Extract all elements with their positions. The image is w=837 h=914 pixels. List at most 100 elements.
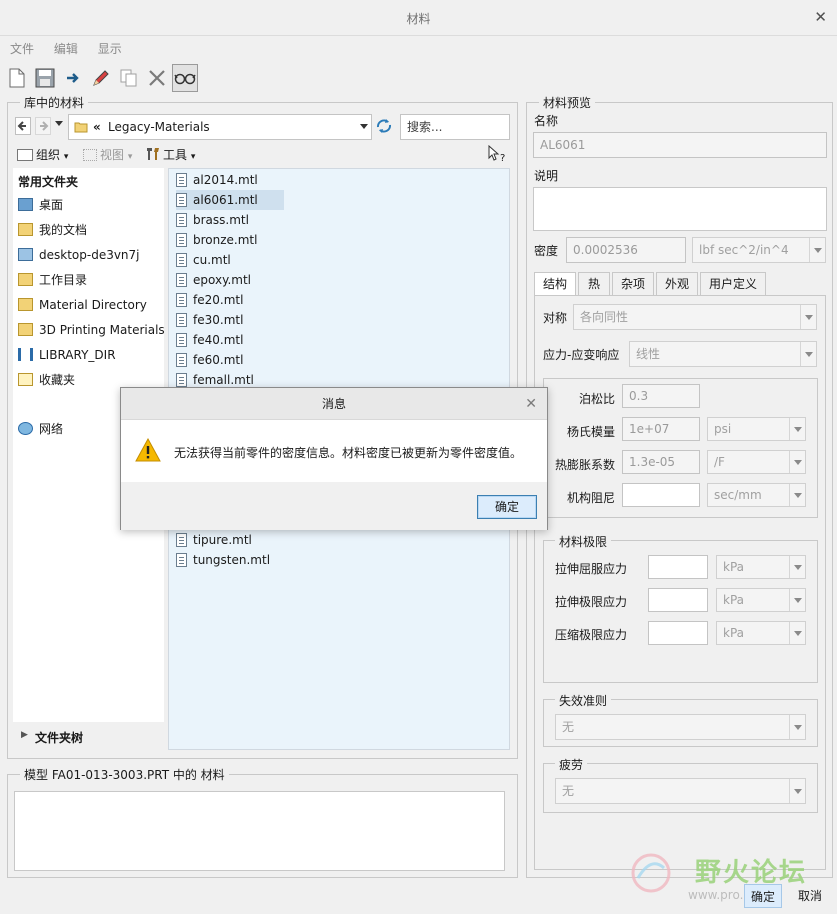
file-name: fe60.mtl	[193, 353, 244, 367]
tensile-yield-field[interactable]	[648, 555, 708, 579]
nav-header: 常用文件夹	[18, 175, 79, 189]
file-item-selected[interactable]: al6061.mtl	[176, 190, 284, 210]
path-bar[interactable]: « Legacy-Materials	[68, 114, 372, 140]
nav-item-working-dir[interactable]: 工作目录	[18, 269, 87, 291]
menu-file[interactable]: 文件	[10, 37, 34, 61]
file-item[interactable]: fe30.mtl	[176, 310, 257, 330]
file-item[interactable]: fe20.mtl	[176, 290, 257, 310]
file-name: epoxy.mtl	[193, 273, 252, 287]
file-item[interactable]: fe60.mtl	[176, 350, 257, 370]
poisson-field[interactable]: 0.3	[622, 384, 700, 408]
glasses-icon[interactable]	[172, 64, 198, 92]
stress-response-label: 应力-应变响应	[543, 348, 620, 362]
thermal-unit-select[interactable]: /F	[707, 450, 806, 474]
tab-appearance[interactable]: 外观	[656, 272, 698, 295]
nav-item-favorites[interactable]: 收藏夹	[18, 369, 75, 391]
dialog-ok-button[interactable]: 确定	[477, 495, 537, 519]
tab-user-defined[interactable]: 用户定义	[700, 272, 766, 295]
file-item[interactable]: al2014.mtl	[176, 170, 272, 190]
ok-button[interactable]: 确定	[744, 884, 782, 908]
dropdown-arrow-icon	[789, 484, 805, 506]
tools-chevron-icon: ▾	[190, 152, 196, 162]
file-name: al6061.mtl	[193, 193, 258, 207]
copy-icon[interactable]	[116, 64, 142, 92]
library-group-label: 库中的材料	[20, 94, 89, 111]
file-icon	[176, 193, 187, 207]
stress-response-select[interactable]: 线性	[629, 341, 817, 367]
damping-field[interactable]	[622, 483, 700, 507]
forward-button[interactable]	[35, 117, 51, 135]
view-menu[interactable]: 视图 ▾	[83, 145, 132, 165]
history-dropdown-icon[interactable]	[55, 121, 63, 126]
thermal-expansion-field[interactable]: 1.3e-05	[622, 450, 700, 474]
file-item[interactable]: bronze.mtl	[176, 230, 271, 250]
folder-tree-label: 文件夹树	[35, 731, 84, 745]
file-item[interactable]: cu.mtl	[176, 250, 245, 270]
edit-icon[interactable]	[88, 64, 114, 92]
tab-structure[interactable]: 结构	[534, 272, 576, 296]
back-button[interactable]	[15, 117, 31, 135]
file-item[interactable]: fe40.mtl	[176, 330, 257, 350]
folder-tree-toggle[interactable]: ▶ 文件夹树	[13, 724, 164, 750]
working-folder-icon	[18, 273, 33, 286]
density-unit-select[interactable]: lbf sec^2/in^4	[692, 237, 826, 263]
file-item[interactable]: tungsten.mtl	[176, 550, 284, 570]
file-name: fe30.mtl	[193, 313, 244, 327]
tab-thermal[interactable]: 热	[578, 272, 610, 295]
arrow-icon[interactable]	[60, 64, 86, 92]
density-field[interactable]: 0.0002536	[566, 237, 686, 263]
warning-icon	[135, 438, 161, 462]
dropdown-arrow-icon	[789, 622, 805, 644]
nav-item-network[interactable]: 网络	[18, 418, 63, 440]
help-pointer-icon[interactable]: ?	[488, 144, 505, 165]
nav-item-material-directory[interactable]: Material Directory	[18, 294, 147, 316]
view-label: 视图	[100, 148, 125, 162]
compressive-field[interactable]	[648, 621, 708, 645]
symmetry-label: 对称	[543, 311, 568, 325]
file-item[interactable]: tipure.mtl	[176, 530, 266, 550]
delete-icon[interactable]	[144, 64, 170, 92]
tensile-yield-unit-select[interactable]: kPa	[716, 555, 806, 579]
save-icon[interactable]	[32, 64, 58, 92]
organize-menu[interactable]: 组织 ▾	[17, 145, 68, 165]
refresh-icon[interactable]	[374, 115, 394, 139]
tensile-ultimate-label: 拉伸极限应力	[555, 595, 628, 609]
nav-item-documents[interactable]: 我的文档	[18, 219, 87, 241]
damping-unit-value: sec/mm	[714, 488, 762, 502]
window-close-icon[interactable]: ✕	[814, 8, 827, 26]
young-unit-select[interactable]: psi	[707, 417, 806, 441]
tools-menu[interactable]: 工具 ▾	[145, 145, 195, 165]
failure-select[interactable]: 无	[555, 714, 806, 740]
file-icon	[176, 293, 187, 307]
nav-item-label: 桌面	[39, 198, 64, 212]
tensile-ultimate-field[interactable]	[648, 588, 708, 612]
path-dropdown-icon[interactable]	[360, 124, 368, 129]
file-item[interactable]: brass.mtl	[176, 210, 263, 230]
model-materials-label: 模型 FA01-013-3003.PRT 中的 材料	[20, 766, 229, 783]
tensile-ultimate-unit-select[interactable]: kPa	[716, 588, 806, 612]
dialog-close-icon[interactable]: ✕	[525, 396, 537, 412]
nav-item-desktop[interactable]: 桌面	[18, 194, 63, 216]
damping-unit-select[interactable]: sec/mm	[707, 483, 806, 507]
model-materials-list[interactable]	[14, 791, 505, 871]
compressive-unit-select[interactable]: kPa	[716, 621, 806, 645]
message-dialog: 消息 ✕ 无法获得当前零件的密度信息。材料密度已被更新为零件密度值。 确定	[120, 387, 548, 530]
file-item[interactable]: epoxy.mtl	[176, 270, 265, 290]
new-icon[interactable]	[4, 64, 30, 92]
name-field[interactable]: AL6061	[533, 132, 827, 158]
description-field[interactable]	[533, 187, 827, 231]
young-modulus-field[interactable]: 1e+07	[622, 417, 700, 441]
menu-edit[interactable]: 编辑	[54, 37, 78, 61]
symmetry-select[interactable]: 各向同性	[573, 304, 817, 330]
cancel-button[interactable]: 取消	[790, 884, 830, 908]
nav-item-computer[interactable]: desktop-de3vn7j	[18, 244, 140, 266]
nav-item-3d-printing[interactable]: 3D Printing Materials	[18, 319, 165, 341]
tab-misc[interactable]: 杂项	[612, 272, 654, 295]
search-input[interactable]: 搜索...	[400, 114, 510, 140]
menu-view[interactable]: 显示	[98, 37, 122, 61]
tensile-yield-label: 拉伸屈服应力	[555, 562, 628, 576]
fatigue-select[interactable]: 无	[555, 778, 806, 804]
file-icon	[176, 313, 187, 327]
symmetry-value: 各向同性	[580, 310, 629, 324]
nav-item-library-dir[interactable]: LIBRARY_DIR	[18, 344, 116, 366]
